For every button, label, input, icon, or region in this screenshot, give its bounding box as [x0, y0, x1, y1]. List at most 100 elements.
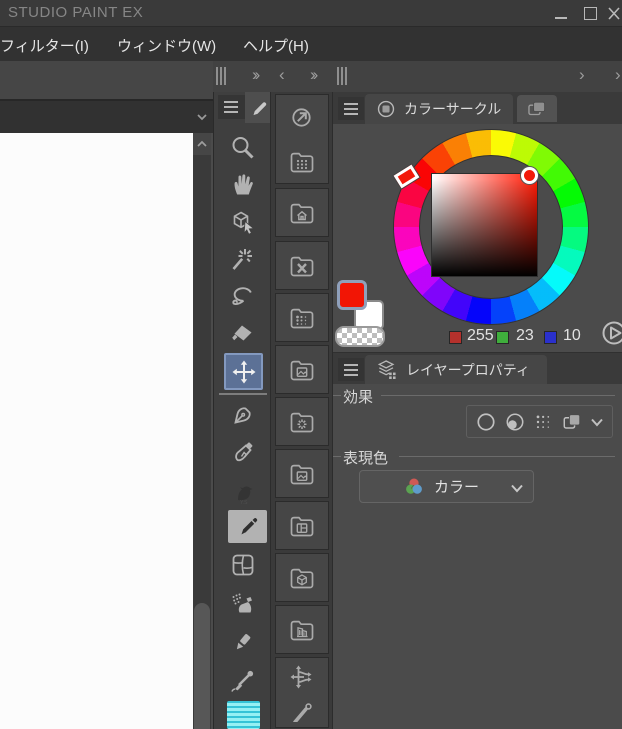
palette-dock: カラーサークル 255 23 10 レイヤープロパティ 効果 表現色 カラー [332, 92, 622, 729]
color-circle-tab-icon [377, 100, 395, 118]
green-value: 23 [516, 327, 534, 344]
chevron-down-icon [511, 484, 523, 493]
fill-tool[interactable] [228, 319, 258, 349]
gradient-tool[interactable] [227, 701, 260, 729]
hamburger-icon [344, 103, 358, 115]
tab-color-set[interactable] [517, 95, 557, 122]
layer-panel-tabbar: レイヤープロパティ [333, 352, 622, 385]
transform-arrows-icon[interactable] [288, 663, 316, 691]
dock-grip-handle[interactable] [337, 67, 349, 85]
transform-pen-palette[interactable] [275, 657, 329, 728]
tab-list-chevron-icon[interactable] [195, 110, 209, 124]
tab-layer-property[interactable]: レイヤープロパティ [365, 355, 547, 385]
pencil-tool[interactable] [228, 510, 267, 543]
quick-access-icon[interactable] [288, 104, 316, 132]
material-folder-3d[interactable] [275, 553, 329, 602]
scrollbar-up-button[interactable] [193, 133, 211, 155]
auto-select-tool[interactable] [228, 245, 258, 275]
correction-tool[interactable] [228, 627, 258, 657]
pen-tab-icon [253, 102, 267, 116]
color-slider-toggle-button[interactable] [601, 320, 622, 346]
layer-panel-menu-button[interactable] [338, 358, 364, 381]
operate-tool[interactable] [228, 208, 258, 238]
tool-palette-tab[interactable] [245, 92, 271, 123]
canvas-vertical-scrollbar[interactable] [193, 133, 211, 729]
color-panel-menu-button[interactable] [338, 97, 364, 120]
airbrush-tool[interactable] [228, 590, 258, 620]
menubar: フィルター(I) ウィンドウ(W) ヘルプ(H) [0, 26, 622, 62]
object-cube-cursor-icon [233, 211, 255, 235]
ink-brush-icon [235, 442, 253, 462]
material-folder-image[interactable] [275, 345, 329, 394]
quick-access-palette[interactable] [275, 94, 329, 184]
move-arrows-icon [232, 360, 255, 383]
canvas-tab-strip [0, 101, 213, 133]
tab-label: レイヤープロパティ [406, 362, 530, 378]
layer-property-tab-icon [377, 360, 396, 379]
collapse-right-icon[interactable]: ›› [252, 65, 261, 85]
close-button[interactable] [606, 6, 622, 21]
command-bar [0, 61, 213, 101]
pen-tool[interactable] [228, 400, 258, 430]
primary-color-swatch[interactable] [337, 280, 367, 310]
divider [333, 395, 341, 396]
chevron-down-icon[interactable] [589, 415, 605, 429]
arrow-right-icon[interactable]: › [579, 65, 584, 85]
layer-color-effect-button[interactable] [560, 410, 584, 434]
hand-tool[interactable] [228, 169, 258, 199]
canvas[interactable] [0, 133, 193, 729]
material-folder-home[interactable] [275, 188, 329, 237]
divider [333, 456, 341, 457]
dock-grip-handle[interactable] [216, 67, 228, 85]
menu-window[interactable]: ウィンドウ(W) [117, 35, 216, 56]
material-folder-home-icon [290, 203, 314, 223]
material-folder-halftone[interactable] [275, 293, 329, 342]
scrollbar-thumb[interactable] [194, 603, 210, 729]
circled-play-icon [602, 321, 622, 345]
effect-button-group [466, 405, 613, 438]
frame-border-tool[interactable] [228, 550, 258, 580]
blue-value: 10 [563, 327, 581, 344]
collapse-left-icon[interactable]: ‹ [279, 65, 284, 85]
maximize-button[interactable] [582, 6, 598, 21]
material-folder-grid-icon[interactable] [287, 149, 317, 175]
material-folder-building[interactable] [275, 605, 329, 654]
arrow-right-icon[interactable]: › [615, 65, 620, 85]
zoom-tool[interactable] [228, 133, 258, 163]
halftone-effect-button[interactable] [532, 410, 556, 434]
menu-filter[interactable]: フィルター(I) [0, 35, 89, 56]
material-folder-burst-icon [290, 412, 314, 432]
effect-section-label: 効果 [343, 389, 374, 406]
tool-palette-menu-button[interactable] [218, 95, 245, 119]
border-effect-button[interactable] [474, 410, 498, 434]
menu-help[interactable]: ヘルプ(H) [243, 35, 309, 56]
marker-icon [236, 634, 251, 650]
eyedropper-tool[interactable] [228, 666, 258, 696]
material-folder-burst[interactable] [275, 397, 329, 446]
material-folder-image-2[interactable] [275, 449, 329, 498]
chevron-up-icon [197, 140, 207, 147]
decoration-tool[interactable]: Y.S [228, 476, 258, 506]
color-circle-panel: 255 23 10 [333, 124, 622, 352]
minimize-button[interactable] [553, 6, 569, 21]
tone-effect-button[interactable] [503, 410, 527, 434]
clip-studio-paint-window: STUDIO PAINT EX フィルター(I) ウィンドウ(W) ヘルプ(H)… [0, 0, 622, 729]
sv-marker[interactable] [521, 167, 538, 184]
saturation-value-square[interactable] [431, 173, 538, 277]
material-folder-x[interactable] [275, 241, 329, 290]
tool-divider [219, 393, 267, 395]
material-folder-building-icon [290, 620, 314, 640]
expand-right-icon[interactable]: ›› [310, 65, 319, 85]
slanted-pen-icon[interactable] [288, 702, 316, 722]
transparent-color-button[interactable] [335, 326, 385, 347]
green-value-swatch [496, 331, 509, 344]
material-folder-layout[interactable] [275, 501, 329, 550]
move-tool[interactable] [224, 353, 263, 390]
red-value: 255 [467, 327, 494, 344]
tab-color-circle[interactable]: カラーサークル [365, 94, 513, 124]
lasso-tool[interactable] [228, 282, 258, 312]
pen-nib-icon [234, 407, 251, 424]
inking-tool[interactable] [228, 438, 258, 468]
expression-color-dropdown[interactable]: カラー [359, 470, 534, 503]
pencil-icon [241, 517, 257, 534]
